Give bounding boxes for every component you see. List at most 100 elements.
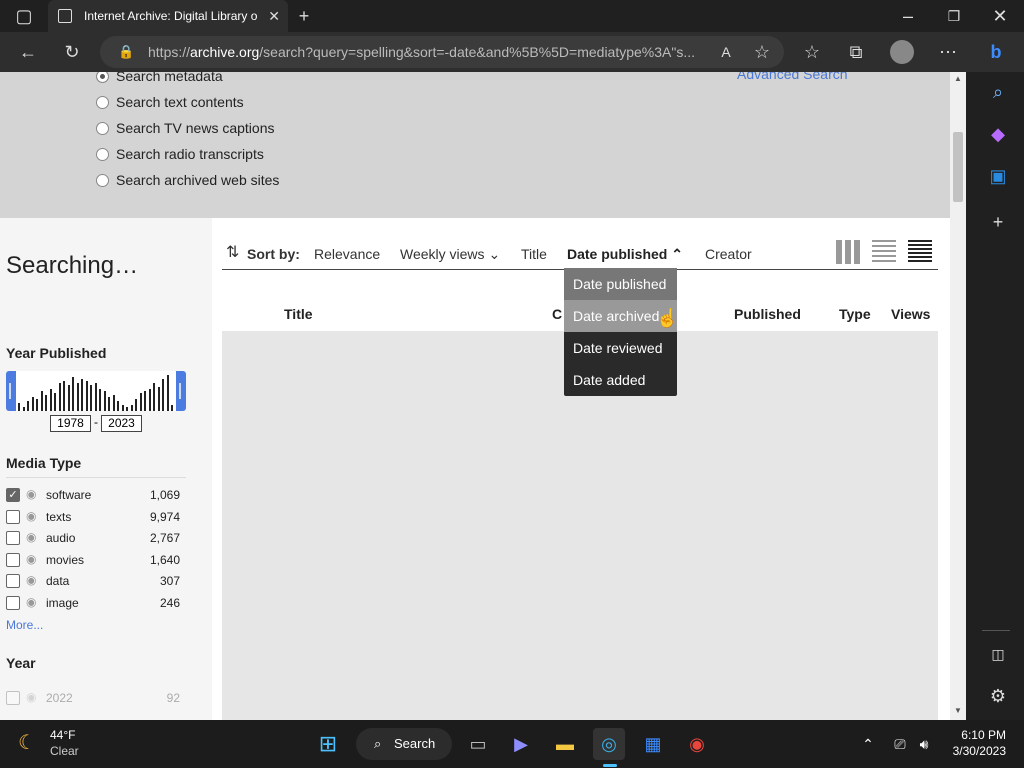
chrome-icon[interactable]: ◉ <box>681 728 713 760</box>
eye-icon[interactable]: ◉ <box>26 573 36 587</box>
scroll-up-icon[interactable]: ▲ <box>954 74 962 83</box>
moon-weather-icon[interactable]: ☾ <box>18 730 36 755</box>
sort-date-published[interactable]: Date published ⌃ <box>567 246 683 263</box>
media-type-row[interactable]: ◉ audio 2,767 <box>6 528 186 550</box>
clock-time[interactable]: 6:10 PM <box>950 728 1006 742</box>
col-published[interactable]: Published <box>734 306 801 322</box>
settings-icon[interactable]: ⚙ <box>982 680 1014 712</box>
col-views[interactable]: Views <box>891 306 930 322</box>
compact-view-icon[interactable] <box>908 240 932 264</box>
bing-icon[interactable]: b <box>980 36 1012 68</box>
volume-icon[interactable]: 🔊︎ <box>908 728 940 760</box>
histogram-bar <box>112 395 115 411</box>
taskbar-search[interactable]: ⌕ Search <box>356 728 452 760</box>
media-type-row[interactable]: ◉ image 246 <box>6 593 186 615</box>
menu-date-added[interactable]: Date added <box>564 364 677 396</box>
radio-button[interactable] <box>96 174 109 187</box>
media-type-row[interactable]: ✓ ◉ software 1,069 <box>6 485 186 507</box>
profile-icon[interactable] <box>890 40 914 64</box>
sort-creator[interactable]: Creator <box>705 246 752 262</box>
tab-active[interactable]: Internet Archive: Digital Library o ✕ <box>48 0 288 32</box>
chevron-up-icon[interactable]: ⌃ <box>852 728 884 760</box>
read-aloud-icon[interactable]: A <box>710 36 742 68</box>
clock-date[interactable]: 3/30/2023 <box>940 744 1006 758</box>
year-facet-row[interactable]: ◉ 2022 92 <box>6 688 186 710</box>
eye-icon[interactable]: ◉ <box>26 552 36 566</box>
tile-view-icon[interactable] <box>836 240 860 264</box>
eye-icon[interactable]: ◉ <box>26 530 36 544</box>
right-slider-handle[interactable] <box>179 383 181 399</box>
lock-icon[interactable]: 🔒 <box>118 36 134 68</box>
eye-icon[interactable]: ◉ <box>26 509 36 523</box>
radio-button[interactable] <box>96 72 109 83</box>
favorite-icon[interactable]: ☆ <box>746 36 778 68</box>
edge-icon[interactable]: ◎ <box>593 728 625 760</box>
sidebar-toggle-icon[interactable]: ◫ <box>982 638 1014 670</box>
menu-date-published[interactable]: Date published <box>564 268 677 300</box>
sort-relevance[interactable]: Relevance <box>314 246 380 262</box>
media-checkbox[interactable] <box>6 596 20 610</box>
col-type[interactable]: Type <box>839 306 871 322</box>
media-checkbox[interactable] <box>6 531 20 546</box>
restore-icon[interactable]: ❐ <box>938 0 970 32</box>
histogram-bar <box>31 397 34 411</box>
weather-temp[interactable]: 44°F <box>50 728 75 742</box>
search-icon[interactable]: ⌕ <box>982 76 1014 108</box>
radio-button[interactable] <box>96 96 109 109</box>
col-creator[interactable]: C <box>552 306 562 322</box>
advanced-search-link[interactable]: Advanced Search <box>737 72 848 82</box>
eye-icon[interactable]: ◉ <box>26 595 36 609</box>
teams-chat-icon[interactable]: ▶ <box>505 728 537 760</box>
sort-weekly-views[interactable]: Weekly views ⌄ <box>400 246 500 263</box>
media-checkbox[interactable] <box>6 574 20 589</box>
media-type-row[interactable]: ◉ movies 1,640 <box>6 550 186 572</box>
media-checkbox[interactable]: ✓ <box>6 488 20 502</box>
task-view-icon[interactable]: ▭ <box>462 728 494 760</box>
more-link[interactable]: More... <box>6 618 43 632</box>
address-bar[interactable]: 🔒 https://archive.org/search?query=spell… <box>100 36 784 68</box>
windows-start-icon[interactable]: ⊞ <box>312 728 344 760</box>
sort-direction-icon[interactable]: ⇅ <box>226 242 239 262</box>
sort-date-published-label: Date published <box>567 246 668 262</box>
left-slider-handle[interactable] <box>9 383 11 399</box>
media-checkbox[interactable] <box>6 552 20 567</box>
histogram-bar <box>85 381 88 411</box>
list-view-icon[interactable] <box>872 240 896 264</box>
copilot-icon[interactable]: ◆ <box>982 118 1014 150</box>
eye-icon[interactable]: ◉ <box>26 690 36 704</box>
outlook-icon[interactable]: ▣ <box>982 160 1014 192</box>
year-from-input[interactable]: 1978 <box>50 415 91 432</box>
sort-weekly-views-label: Weekly views <box>400 246 485 262</box>
radio-button[interactable] <box>96 122 109 135</box>
divider <box>6 477 186 478</box>
tab-title: Internet Archive: Digital Library o <box>84 9 258 23</box>
radio-button[interactable] <box>96 148 109 161</box>
new-tab-icon[interactable]: + <box>288 0 320 32</box>
year-histogram[interactable] <box>6 371 186 411</box>
collections-icon[interactable]: ⧉ <box>840 36 872 68</box>
year-checkbox[interactable] <box>6 691 20 705</box>
tab-list-icon[interactable]: ▢ <box>8 0 40 32</box>
close-window-icon[interactable]: ✕ <box>984 0 1016 32</box>
scroll-thumb[interactable] <box>953 132 963 202</box>
minimize-icon[interactable]: – <box>892 0 924 32</box>
col-title[interactable]: Title <box>284 306 313 322</box>
more-icon[interactable]: ⋯ <box>932 36 964 68</box>
menu-date-reviewed[interactable]: Date reviewed <box>564 332 677 364</box>
scroll-down-icon[interactable]: ▼ <box>954 706 962 715</box>
store-icon[interactable]: ▦ <box>637 728 669 760</box>
close-tab-icon[interactable]: ✕ <box>268 0 280 32</box>
media-type-row[interactable]: ◉ data 307 <box>6 571 186 593</box>
refresh-icon[interactable]: ↻ <box>56 36 88 68</box>
eye-icon[interactable]: ◉ <box>26 487 36 501</box>
media-type-row[interactable]: ◉ texts 9,974 <box>6 507 186 529</box>
sort-title[interactable]: Title <box>521 246 547 262</box>
file-explorer-icon[interactable]: ▬ <box>549 728 581 760</box>
year-to-input[interactable]: 2023 <box>101 415 142 432</box>
page-scrollbar[interactable]: ▲ ▼ <box>950 72 966 720</box>
add-icon[interactable]: + <box>982 206 1014 238</box>
back-icon[interactable]: ← <box>12 36 44 68</box>
weather-status[interactable]: Clear <box>50 744 79 758</box>
media-checkbox[interactable] <box>6 509 20 524</box>
favorites-icon[interactable]: ☆ <box>796 36 828 68</box>
